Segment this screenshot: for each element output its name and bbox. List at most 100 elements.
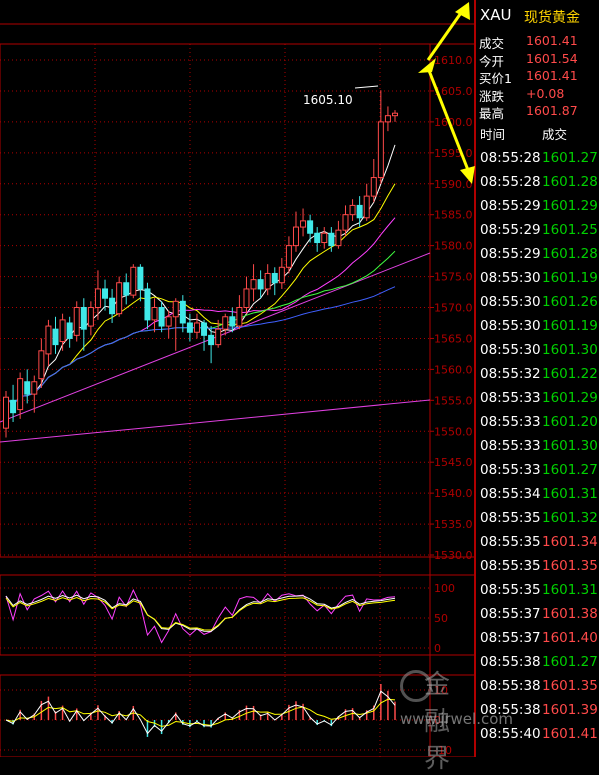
price-axis-label: 1575.0 bbox=[434, 271, 473, 284]
trade-time: 08:55:33 bbox=[480, 462, 541, 478]
candle-body bbox=[151, 307, 158, 321]
trade-time: 08:55:35 bbox=[480, 534, 541, 550]
candle-body bbox=[3, 396, 9, 429]
trade-time: 08:55:38 bbox=[480, 654, 541, 670]
osc1-axis-label: 50 bbox=[434, 612, 448, 625]
trade-row: 08:55:30 1601.26 bbox=[476, 294, 599, 318]
candle-body bbox=[328, 232, 335, 247]
trade-price: 1601.35 bbox=[542, 558, 598, 574]
candle-body bbox=[137, 266, 144, 290]
trade-time: 08:55:29 bbox=[480, 222, 541, 238]
trade-row: 08:55:29 1601.25 bbox=[476, 222, 599, 246]
quote-label: 买价1 bbox=[479, 71, 512, 86]
trade-price: 1601.25 bbox=[542, 222, 598, 238]
quote-row: 成交 1601.41 bbox=[476, 33, 599, 51]
osc2-dif-line bbox=[5, 690, 396, 735]
candle-body bbox=[17, 378, 24, 411]
candle-body bbox=[24, 381, 31, 395]
candle-body bbox=[179, 300, 186, 324]
trade-row: 08:55:28 1601.28 bbox=[476, 174, 599, 198]
oscillator-1-axis: 100 50 0 bbox=[434, 582, 455, 655]
trade-price: 1601.35 bbox=[542, 678, 598, 694]
trade-row: 08:55:30 1601.19 bbox=[476, 270, 599, 294]
high-annotation: 1605.10 bbox=[303, 93, 353, 107]
trade-row: 08:55:33 1601.30 bbox=[476, 438, 599, 462]
trade-price: 1601.22 bbox=[542, 366, 598, 382]
trade-time: 08:55:29 bbox=[480, 198, 541, 214]
candle-body bbox=[300, 220, 307, 228]
trade-row: 08:55:38 1601.27 bbox=[476, 654, 599, 678]
trade-price: 1601.28 bbox=[542, 174, 598, 190]
candle-body bbox=[109, 297, 116, 315]
candle-body bbox=[66, 322, 73, 339]
candle-body bbox=[38, 350, 45, 380]
trade-row: 08:55:38 1601.35 bbox=[476, 678, 599, 702]
quote-value: 1601.41 bbox=[526, 33, 578, 48]
candle-body bbox=[87, 307, 94, 327]
trade-row: 08:55:37 1601.40 bbox=[476, 630, 599, 654]
quote-value: 1601.41 bbox=[526, 68, 578, 83]
price-axis-label: 1580.0 bbox=[434, 240, 473, 253]
trade-price: 1601.27 bbox=[542, 150, 598, 166]
quote-row: 涨跌 +0.08 bbox=[476, 85, 599, 104]
trendlines bbox=[0, 252, 431, 443]
quote-row: 今开 1601.54 bbox=[476, 51, 599, 69]
candle-body bbox=[201, 322, 208, 336]
candle-body bbox=[45, 325, 52, 355]
trade-row: 08:55:32 1601.22 bbox=[476, 366, 599, 390]
candle-body bbox=[321, 232, 328, 244]
candle-body bbox=[172, 300, 179, 318]
trade-time: 08:55:28 bbox=[480, 150, 541, 166]
candle-body bbox=[285, 245, 292, 268]
osc1-axis-label: 0 bbox=[434, 642, 441, 655]
trade-price: 1601.34 bbox=[542, 534, 598, 550]
quote-value: +0.08 bbox=[526, 85, 565, 101]
candle-body bbox=[370, 177, 377, 197]
trade-time: 08:55:30 bbox=[480, 342, 541, 358]
candle-body bbox=[257, 279, 264, 290]
watermark: 金融界 www.jrwel.com bbox=[380, 660, 513, 774]
trade-row: 08:55:35 1601.32 bbox=[476, 510, 599, 534]
quote-value: 1601.87 bbox=[526, 103, 578, 118]
candle-body bbox=[292, 226, 299, 247]
osc2-signal-line bbox=[5, 698, 396, 727]
oscillator-1-grid bbox=[0, 587, 430, 649]
trade-time: 08:55:30 bbox=[480, 294, 541, 310]
candle-body bbox=[271, 272, 278, 284]
candle-body bbox=[229, 316, 236, 327]
trade-row: 08:55:29 1601.29 bbox=[476, 198, 599, 222]
candle-body bbox=[94, 288, 101, 308]
trade-price: 1601.28 bbox=[542, 246, 598, 262]
trade-time: 08:55:34 bbox=[480, 486, 541, 502]
osc1-d-line bbox=[5, 594, 396, 632]
chart-area[interactable]: 1610.01605.01600.01595.01590.01585.01580… bbox=[0, 0, 476, 757]
trade-row: 08:55:33 1601.20 bbox=[476, 414, 599, 438]
trade-row: 08:55:33 1601.27 bbox=[476, 462, 599, 486]
trade-time: 08:55:37 bbox=[480, 630, 541, 646]
trade-row: 08:55:40 1601.41 bbox=[476, 726, 599, 750]
quote-label: 涨跌 bbox=[479, 88, 505, 104]
candle-body bbox=[130, 266, 137, 296]
candle-body bbox=[307, 220, 314, 234]
candle-body bbox=[250, 279, 257, 290]
trade-time: 08:55:40 bbox=[480, 726, 541, 742]
trade-price: 1601.29 bbox=[542, 198, 598, 214]
trade-row: 08:55:35 1601.34 bbox=[476, 534, 599, 558]
candle-body bbox=[384, 115, 391, 123]
price-axis-label: 1570.0 bbox=[434, 302, 473, 315]
osc1-axis-label: 100 bbox=[434, 582, 455, 595]
trade-price: 1601.27 bbox=[542, 654, 598, 670]
trade-price: 1601.38 bbox=[542, 606, 598, 622]
candle-body bbox=[123, 282, 130, 296]
trade-price: 1601.27 bbox=[542, 462, 598, 478]
price-axis-label: 1565.0 bbox=[434, 332, 473, 345]
instrument-header: XAU 现货黄金 bbox=[476, 6, 599, 28]
oscillator-2-bars bbox=[5, 684, 396, 737]
candle-body bbox=[10, 399, 17, 414]
candle-body bbox=[392, 112, 398, 117]
trade-row: 08:55:28 1601.27 bbox=[476, 150, 599, 174]
price-axis-label: 1550.0 bbox=[434, 425, 473, 438]
trades-header-time: 时间 bbox=[480, 127, 506, 142]
candle-body bbox=[102, 288, 109, 299]
trade-time: 08:55:30 bbox=[480, 270, 541, 286]
